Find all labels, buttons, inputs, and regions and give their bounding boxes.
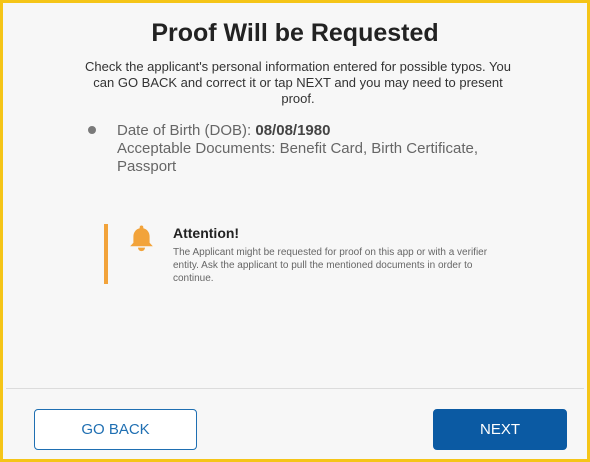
attention-title: Attention!: [173, 225, 240, 241]
dob-value: 08/08/1980: [255, 122, 331, 139]
dob-label: Date of Birth (DOB):: [117, 122, 256, 139]
footer-divider: [6, 388, 584, 389]
bell-icon: [130, 225, 153, 252]
attention-text: The Applicant might be requested for pro…: [173, 247, 488, 284]
next-button[interactable]: NEXT: [433, 409, 567, 450]
go-back-button[interactable]: GO BACK: [34, 409, 197, 450]
attention-accent-bar: [104, 224, 108, 284]
detail-item: Date of Birth (DOB): 08/08/1980 Acceptab…: [117, 122, 517, 176]
dialog-title: Proof Will be Requested: [151, 19, 439, 47]
dialog-subtitle: Check the applicant's personal informati…: [85, 59, 511, 106]
acceptable-documents: Acceptable Documents: Benefit Card, Birt…: [117, 140, 478, 175]
proof-requested-dialog: Proof Will be Requested Check the applic…: [0, 0, 590, 462]
bullet-point: [88, 126, 96, 134]
